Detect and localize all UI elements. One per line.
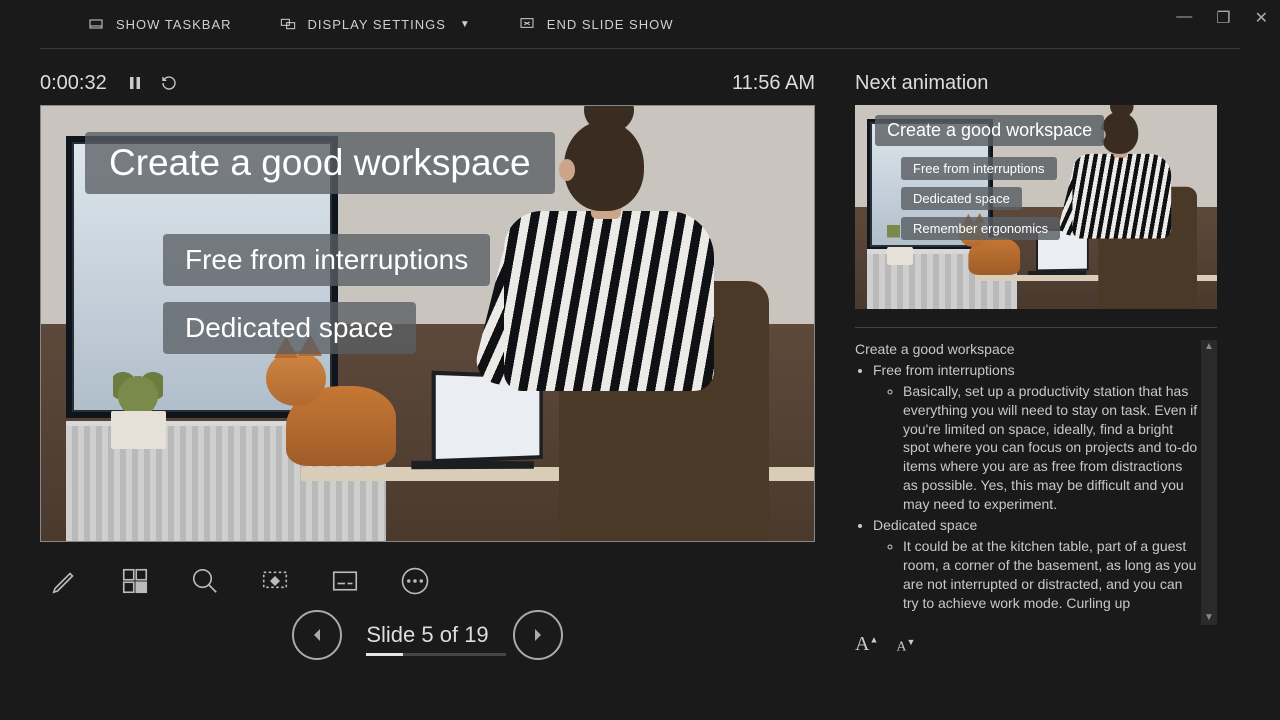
next-slide-bullet: Free from interruptions [901, 157, 1057, 180]
see-all-slides-button[interactable] [118, 564, 152, 598]
next-slide-preview[interactable]: Create a good workspace Free from interr… [855, 105, 1217, 309]
previous-slide-button[interactable] [292, 610, 342, 660]
zoom-button[interactable] [188, 564, 222, 598]
black-screen-icon [260, 566, 290, 596]
next-slide-button[interactable] [513, 610, 563, 660]
chevron-left-icon [308, 626, 326, 644]
scroll-up-button[interactable]: ▲ [1202, 340, 1216, 354]
more-options-button[interactable] [398, 564, 432, 598]
black-screen-button[interactable] [258, 564, 292, 598]
pause-button[interactable] [125, 73, 145, 93]
end-show-icon [519, 16, 535, 32]
notes-bullet: Free from interruptions Basically, set u… [873, 361, 1199, 514]
decrease-font-button[interactable]: A▼ [896, 637, 915, 656]
notes-subbullet: Basically, set up a productivity station… [903, 382, 1199, 514]
reset-icon [161, 75, 177, 91]
end-slide-show-label: END SLIDE SHOW [547, 17, 674, 32]
timer-row: 0:00:32 11:56 AM [40, 61, 815, 105]
minimize-button[interactable]: — [1176, 8, 1192, 28]
grid-icon [120, 566, 150, 596]
show-taskbar-button[interactable]: SHOW TASKBAR [88, 16, 232, 32]
slide-progress-bar [366, 653, 506, 656]
notes-subbullet: It could be at the kitchen table, part o… [903, 537, 1199, 613]
slide-bullet: Free from interruptions [163, 234, 490, 286]
subtitles-icon [330, 566, 360, 596]
window-controls: — ❐ ✕ [1176, 8, 1268, 28]
scroll-down-button[interactable]: ▼ [1202, 611, 1216, 625]
current-slide-preview[interactable]: Create a good workspace Free from interr… [40, 105, 815, 542]
elapsed-timer: 0:00:32 [40, 72, 107, 95]
close-button[interactable]: ✕ [1255, 8, 1268, 28]
display-settings-icon [280, 16, 296, 32]
notes-font-size-controls: A▲ A▼ [855, 633, 1240, 656]
slide-title: Create a good workspace [85, 132, 555, 194]
speaker-notes[interactable]: Create a good workspace Free from interr… [855, 340, 1217, 625]
notes-scrollbar[interactable]: ▲ ▼ [1201, 340, 1217, 625]
end-slide-show-button[interactable]: END SLIDE SHOW [519, 16, 674, 32]
panel-divider [855, 327, 1217, 328]
chevron-down-icon: ▼ [460, 19, 471, 30]
notes-heading: Create a good workspace [855, 340, 1199, 359]
restore-button[interactable]: ❐ [1216, 8, 1230, 28]
chevron-right-icon [529, 626, 547, 644]
presenter-toolbar: SHOW TASKBAR DISPLAY SETTINGS ▼ END SLID… [40, 0, 1240, 49]
next-slide-bullet: Dedicated space [901, 187, 1022, 210]
pen-tool-button[interactable] [48, 564, 82, 598]
increase-font-button[interactable]: A▲ [855, 633, 878, 656]
notes-bullet: Dedicated space It could be at the kitch… [873, 516, 1199, 612]
display-settings-label: DISPLAY SETTINGS [308, 17, 446, 32]
pen-icon [50, 566, 80, 596]
taskbar-icon [88, 16, 104, 32]
next-slide-title: Create a good workspace [875, 115, 1104, 146]
magnifier-icon [190, 566, 220, 596]
slide-nav: Slide 5 of 19 [40, 610, 815, 660]
display-settings-button[interactable]: DISPLAY SETTINGS ▼ [280, 16, 471, 32]
slide-bullet: Dedicated space [163, 302, 416, 354]
reset-timer-button[interactable] [159, 73, 179, 93]
next-slide-bullet: Remember ergonomics [901, 217, 1060, 240]
more-icon [400, 566, 430, 596]
next-animation-heading: Next animation [855, 61, 1240, 105]
pause-icon [128, 76, 142, 90]
slide-counter: Slide 5 of 19 [366, 622, 488, 648]
current-time: 11:56 AM [732, 72, 815, 95]
subtitles-button[interactable] [328, 564, 362, 598]
presenter-tools [40, 542, 815, 606]
show-taskbar-label: SHOW TASKBAR [116, 17, 232, 32]
